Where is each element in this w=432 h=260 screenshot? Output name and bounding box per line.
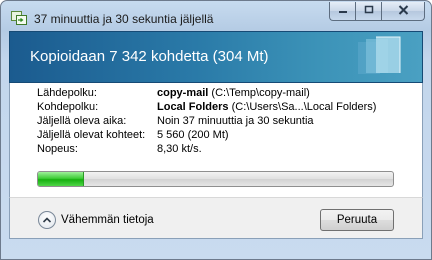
maximize-icon	[364, 5, 374, 17]
dialog-header: Kopioidaan 7 342 kohdetta (304 Mt)	[9, 31, 423, 83]
source-label: Lähdepolku:	[37, 87, 97, 99]
header-title: Kopioidaan 7 342 kohdetta (304 Mt)	[30, 48, 269, 65]
speed-label: Nopeus:	[37, 143, 78, 155]
items-remaining-label: Jäljellä olevat kohteet:	[37, 129, 146, 141]
copy-progress-bar	[37, 171, 394, 187]
progress-fill	[38, 172, 85, 186]
destination-value: Local Folders (C:\Users\Sa...\Local Fold…	[157, 101, 376, 113]
fewer-details-toggle[interactable]: Vähemmän tietoja	[38, 210, 154, 230]
dialog-footer: Vähemmän tietoja Peruuta	[9, 197, 423, 239]
close-icon	[398, 4, 409, 18]
source-name: copy-mail	[157, 87, 209, 99]
destination-label: Kohdepolku:	[37, 101, 99, 113]
source-path: (C:\Temp\copy-mail)	[211, 87, 310, 99]
items-remaining-value: 5 560 (200 Mt)	[157, 129, 229, 141]
fewer-details-label: Vähemmän tietoja	[61, 214, 154, 226]
copy-details: Lähdepolku: copy-mail (C:\Temp\copy-mail…	[9, 83, 423, 197]
title-bar[interactable]: 37 minuuttia ja 30 sekuntia jäljellä	[1, 1, 431, 31]
cancel-button[interactable]: Peruuta	[320, 209, 394, 231]
minimize-icon	[338, 5, 348, 17]
time-remaining-label: Jäljellä oleva aika:	[37, 115, 127, 127]
close-button[interactable]	[381, 2, 425, 21]
copy-dialog-icon	[11, 11, 27, 25]
caption-buttons	[329, 2, 425, 21]
destination-name: Local Folders	[157, 101, 229, 113]
time-remaining-value: Noin 37 minuuttia ja 30 sekuntia	[157, 115, 314, 127]
chevron-up-icon	[38, 211, 56, 229]
minimize-button[interactable]	[329, 2, 355, 21]
destination-path: (C:\Users\Sa...\Local Folders)	[231, 101, 377, 113]
copy-progress-dialog: 37 minuuttia ja 30 sekuntia jäljellä Kop…	[0, 0, 432, 260]
source-value: copy-mail (C:\Temp\copy-mail)	[157, 87, 310, 99]
maximize-button[interactable]	[355, 2, 381, 21]
documents-icon	[354, 36, 406, 80]
window-title: 37 minuuttia ja 30 sekuntia jäljellä	[34, 12, 214, 26]
speed-value: 8,30 kt/s.	[157, 143, 202, 155]
